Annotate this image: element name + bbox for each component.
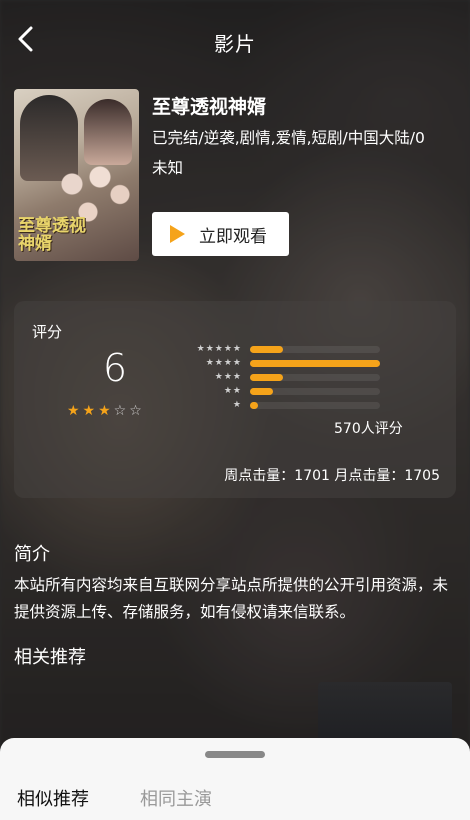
watch-now-label: 立即观看 bbox=[199, 226, 267, 247]
filled-stars-icon: ★★★ bbox=[67, 403, 114, 419]
poster-figure bbox=[84, 99, 132, 165]
click-stats: 周点击量：1701 月点击量：1705 bbox=[224, 468, 440, 484]
rating-card: 评分 6 ★★★☆☆ ★★★★★ ★★★★ ★★★ ★★ ★ 570人评分 周点击量：1… bbox=[14, 301, 456, 498]
header: 影片 bbox=[0, 0, 470, 82]
rating-label: 评分 bbox=[32, 323, 63, 341]
intro-text: 本站所有内容均来自互联网分享站点所提供的公开引用资源，未提供资源上传、存储服务，… bbox=[14, 576, 449, 621]
distribution-track bbox=[250, 402, 380, 409]
rating-distribution-row: ★★★ bbox=[184, 370, 414, 384]
poster-title: 至尊透视神婿 bbox=[18, 216, 86, 254]
bottom-sheet: 相似推荐 相同主演 bbox=[0, 738, 470, 820]
related-heading: 相关推荐 bbox=[14, 647, 86, 668]
distribution-stars-icon: ★★★★★ bbox=[196, 344, 242, 354]
movie-meta-secondary: 未知 bbox=[152, 159, 184, 177]
movie-poster[interactable]: 至尊透视神婿 bbox=[14, 89, 139, 261]
rating-stars: ★★★☆☆ bbox=[67, 403, 145, 419]
distribution-bar bbox=[250, 388, 273, 395]
sheet-drag-handle[interactable] bbox=[205, 751, 265, 758]
distribution-bar bbox=[250, 402, 258, 409]
movie-title: 至尊透视神婿 bbox=[152, 96, 267, 118]
play-icon bbox=[170, 225, 185, 243]
distribution-stars-icon: ★★ bbox=[223, 386, 242, 396]
distribution-stars-icon: ★ bbox=[232, 400, 242, 410]
rating-distribution-row: ★★★★ bbox=[184, 356, 414, 370]
watch-now-button[interactable]: 立即观看 bbox=[152, 212, 289, 256]
distribution-bar bbox=[250, 374, 283, 381]
rating-score: 6 bbox=[102, 346, 128, 390]
rating-distribution-row: ★ bbox=[184, 398, 414, 412]
distribution-bar bbox=[250, 346, 283, 353]
rating-distribution: ★★★★★ ★★★★ ★★★ ★★ ★ bbox=[184, 342, 414, 412]
tab-similar[interactable]: 相似推荐 bbox=[17, 785, 89, 811]
rating-distribution-row: ★★★★★ bbox=[184, 342, 414, 356]
rating-count: 570人评分 bbox=[334, 421, 403, 437]
distribution-stars-icon: ★★★ bbox=[214, 372, 242, 382]
tab-same-cast[interactable]: 相同主演 bbox=[140, 785, 212, 811]
movie-info: 至尊透视神婿 已完结/逆袭,剧情,爱情,短剧/中国大陆/0 未知 立即观看 bbox=[152, 90, 457, 256]
distribution-bar bbox=[250, 360, 380, 367]
distribution-stars-icon: ★★★★ bbox=[205, 358, 242, 368]
movie-meta: 已完结/逆袭,剧情,爱情,短剧/中国大陆/0 bbox=[152, 129, 425, 147]
rating-distribution-row: ★★ bbox=[184, 384, 414, 398]
intro-heading: 简介 bbox=[14, 544, 50, 565]
page-title: 影片 bbox=[214, 32, 256, 56]
empty-stars-icon: ☆☆ bbox=[113, 403, 145, 419]
